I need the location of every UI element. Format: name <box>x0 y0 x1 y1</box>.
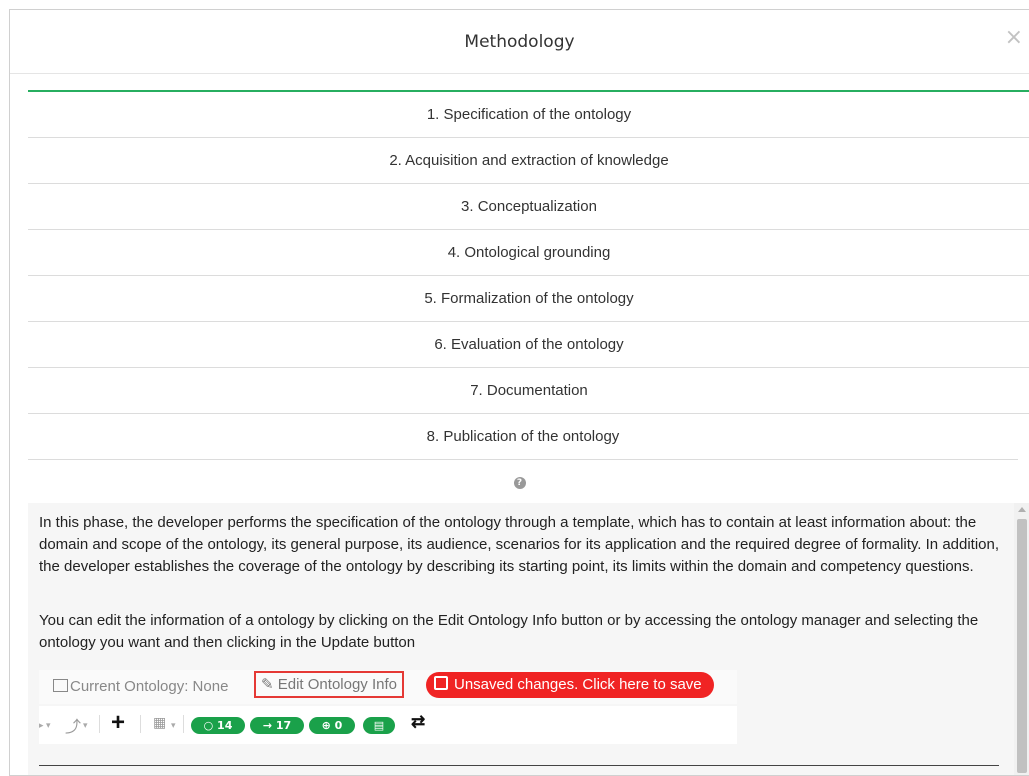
relations-count-badge[interactable]: → 17 <box>250 717 304 734</box>
methodology-modal: Methodology × 1. Specification of the on… <box>9 9 1029 776</box>
edit-ontology-info-label: Edit Ontology Info <box>277 676 397 693</box>
edit-instructions-text: You can edit the information of a ontolo… <box>39 612 979 651</box>
phase-description-text: In this phase, the developer performs th… <box>39 514 1000 575</box>
current-ontology-label: Current Ontology: None <box>53 678 228 695</box>
close-button[interactable]: × <box>1005 27 1023 49</box>
modal-title: Methodology <box>464 32 575 52</box>
phase-item-specification[interactable]: 1. Specification of the ontology <box>28 92 1029 138</box>
edit-ontology-info-button[interactable]: ✎ Edit Ontology Info <box>254 671 404 698</box>
unsaved-changes-button[interactable]: Unsaved changes. Click here to save <box>426 672 714 698</box>
chevron-down-icon[interactable]: ▾ <box>83 720 88 731</box>
edit-icon: ✎ <box>261 676 274 693</box>
current-ontology-text: Current Ontology: None <box>70 678 229 695</box>
scroll-up-arrow-icon[interactable] <box>1018 507 1026 512</box>
phase-item-grounding[interactable]: 4. Ontological grounding <box>28 230 1029 276</box>
toolbar-divider <box>99 715 100 733</box>
swap-icon[interactable]: ⇄ <box>411 712 425 732</box>
phase-item-conceptualization[interactable]: 3. Conceptualization <box>28 184 1029 230</box>
modal-header: Methodology × <box>10 10 1029 74</box>
document-icon[interactable]: ▤ <box>363 717 395 734</box>
toolbar-divider <box>140 715 141 733</box>
save-icon <box>434 676 448 690</box>
connector-icon[interactable]: ⤴ <box>65 713 81 737</box>
phase-item-publication[interactable]: 8. Publication of the ontology <box>28 414 1018 460</box>
phase-item-documentation[interactable]: 7. Documentation <box>28 368 1029 414</box>
phase-item-acquisition[interactable]: 2. Acquisition and extraction of knowled… <box>28 138 1029 184</box>
help-row: ? <box>10 472 1029 490</box>
instances-count-badge[interactable]: ⊕ 0 <box>309 717 355 734</box>
phase-list: 1. Specification of the ontology 2. Acqu… <box>28 92 1029 460</box>
example-toolbar-bottom: ▸ ▾ ⤴ ▾ + ▦ ▾ ○ 14 → 17 ⊕ 0 ▤ ⇄ <box>39 706 737 744</box>
content-scrollbar[interactable] <box>1014 503 1029 775</box>
grid-icon[interactable]: ▦ <box>153 714 166 731</box>
phase-item-formalization[interactable]: 5. Formalization of the ontology <box>28 276 1029 322</box>
phase-description-panel: In this phase, the developer performs th… <box>28 503 1014 775</box>
phase-item-evaluation[interactable]: 6. Evaluation of the ontology <box>28 322 1029 368</box>
ontology-icon <box>53 679 68 692</box>
classes-count-badge[interactable]: ○ 14 <box>191 717 245 734</box>
divider-line <box>39 765 999 766</box>
toolbar-divider <box>183 715 184 733</box>
example-toolbar-top: Current Ontology: None ✎ Edit Ontology I… <box>39 670 737 704</box>
scroll-thumb[interactable] <box>1017 519 1027 773</box>
chevron-down-icon[interactable]: ▾ <box>171 720 176 731</box>
question-circle-icon[interactable]: ? <box>513 477 526 489</box>
unsaved-changes-label: Unsaved changes. Click here to save <box>454 676 702 693</box>
add-icon[interactable]: + <box>111 709 125 737</box>
pointer-caret-icon[interactable]: ▸ ▾ <box>39 720 51 731</box>
